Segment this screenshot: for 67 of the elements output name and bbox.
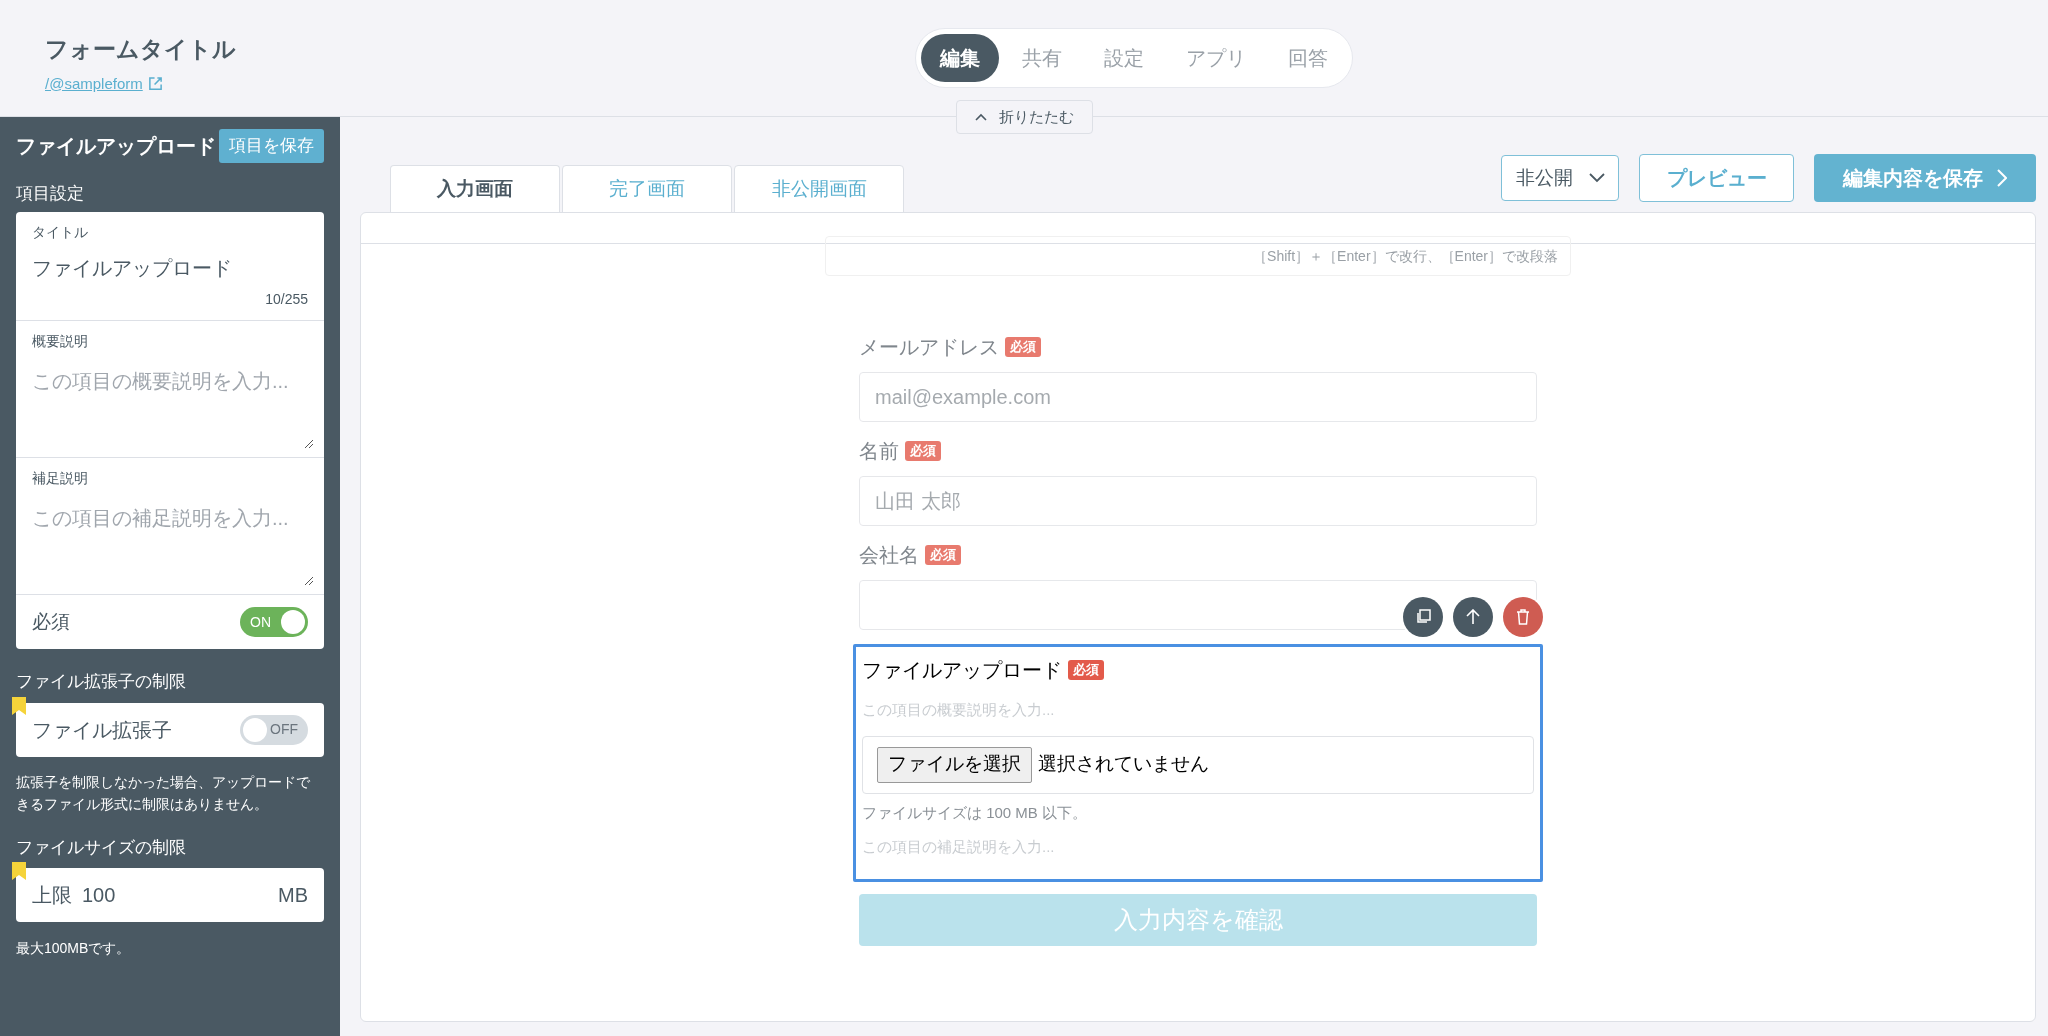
char-counter: 10/255 [265,290,308,309]
required-badge: 必須 [1068,660,1104,680]
size-hint: ファイルサイズは 100 MB 以下。 [862,802,1089,823]
question-row[interactable]: メールアドレス 必須 mail@example.com [853,332,1543,422]
section-label: ファイルサイズの制限 [16,836,187,859]
form-link[interactable]: /@sampleform [45,72,143,95]
text-field[interactable]: mail@example.com [859,372,1537,422]
text-field[interactable]: 山田 太郎 [859,476,1537,526]
extension-label: ファイル拡張子 [32,717,172,743]
field-label: 補足説明 [32,469,89,488]
screen-tab[interactable]: 完了画面 [562,165,732,213]
required-badge: 必須 [925,545,961,565]
summary-textarea[interactable]: この項目の概要説明を入力... [32,366,308,396]
size-prefix: 上限 [32,883,72,908]
field-label: 概要説明 [32,332,89,351]
required-badge: 必須 [905,441,941,461]
move-up-button[interactable] [1453,597,1493,637]
nav-tab[interactable]: 回答 [1269,34,1347,82]
form-title: フォームタイトル [45,35,237,64]
bookmark-icon [12,696,26,715]
question-row[interactable]: 名前 必須 山田 太郎 [853,436,1543,526]
extension-note: 拡張子を制限しなかった場合、アップロードできるファイル形式に制限はありません。 [16,772,311,814]
field-label: タイトル [32,223,89,242]
field-label: メールアドレス [859,335,999,360]
field-label: 会社名 [859,543,919,568]
screen-tab[interactable]: 入力画面 [390,165,560,213]
resize-handle-icon[interactable] [304,576,314,586]
trash-icon [1516,609,1530,625]
confirm-button[interactable]: 入力内容を確認 [859,894,1537,946]
copy-icon [1415,609,1431,625]
chevron-down-icon [1588,173,1605,183]
sidebar-title: ファイルアップロード [16,133,216,159]
delete-button[interactable] [1503,597,1543,637]
title-input[interactable]: ファイルアップロード [32,253,308,283]
nav-tab[interactable]: 編集 [921,34,999,82]
file-field[interactable]: ファイルを選択 選択されていません [862,735,1534,794]
resize-handle-icon[interactable] [304,439,314,449]
choose-file-button[interactable]: ファイルを選択 [877,746,1032,783]
screen-tab[interactable]: 非公開画面 [734,165,904,213]
bookmark-icon [12,862,26,880]
field-label: 名前 [859,439,899,464]
collapse-button[interactable]: 折りたたむ [956,100,1093,134]
required-label: 必須 [32,609,70,634]
arrow-up-icon [1466,609,1480,625]
supplement-textarea[interactable]: この項目の補足説明を入力... [32,503,308,533]
file-status: 選択されていません [1038,752,1209,777]
toggle-switch[interactable]: OFF [240,714,308,745]
chevron-up-icon [975,113,987,121]
chevron-right-icon [1997,169,2007,187]
nav-tab[interactable]: 共有 [1003,34,1081,82]
visibility-select[interactable]: 非公開 [1501,155,1619,201]
toolbar-hint: ［Shift］＋［Enter］で改行、［Enter］で改段落 [1253,246,1558,266]
preview-button[interactable]: プレビュー [1639,154,1794,202]
required-badge: 必須 [1005,337,1041,357]
size-value: 100 [82,883,117,908]
toggle-switch[interactable]: ON [240,607,308,637]
section-label: 項目設定 [16,182,85,205]
save-item-button[interactable]: 項目を保存 [219,129,324,163]
field-label: ファイルアップロード [862,658,1062,683]
size-limit-field[interactable]: 上限 100 MB [16,868,324,922]
section-label: ファイル拡張子の制限 [16,671,187,693]
save-button[interactable]: 編集内容を保存 [1814,154,2036,202]
size-unit: MB [278,883,308,908]
nav-tab[interactable]: アプリ [1167,34,1265,82]
copy-button[interactable] [1403,597,1443,637]
nav-tab[interactable]: 設定 [1085,34,1163,82]
size-note: 最大100MBです。 [16,939,132,958]
